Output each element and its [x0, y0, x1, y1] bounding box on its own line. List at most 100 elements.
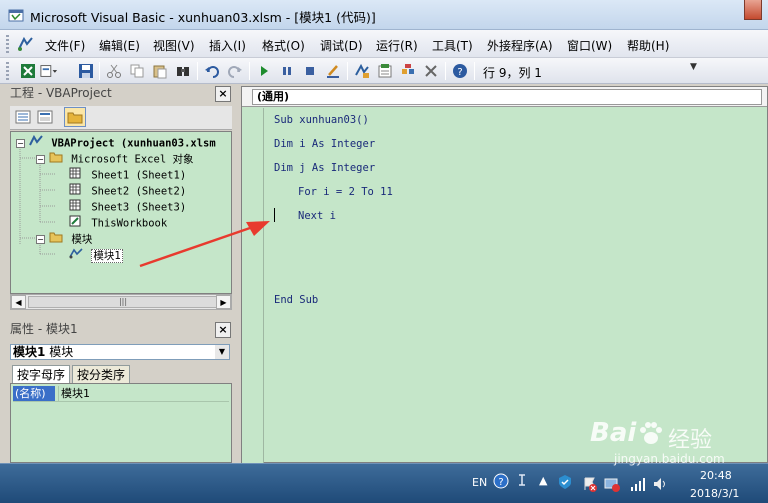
menu-insert[interactable]: 插入(I) [209, 37, 246, 54]
project-pane-title: 工程 - VBAProject [10, 86, 112, 100]
toggle-folders-icon[interactable] [64, 107, 86, 127]
menu-window[interactable]: 窗口(W) [567, 37, 612, 54]
toolbox-icon[interactable] [422, 62, 440, 80]
view-object-icon[interactable] [36, 108, 54, 126]
excel-icon[interactable] [19, 62, 37, 80]
insert-dropdown-icon[interactable] [40, 62, 58, 80]
properties-object-select[interactable]: 模块1 模块 ▼ [10, 344, 230, 360]
menu-file[interactable]: 文件(F) [45, 37, 85, 54]
tab-categorized[interactable]: 按分类序 [72, 365, 131, 384]
show-hidden-icons-icon[interactable]: ▲ [539, 474, 547, 487]
help-icon[interactable]: ? [451, 62, 469, 80]
standard-toolbar: ? [0, 58, 768, 84]
sheet-icon [69, 199, 85, 216]
project-explorer-icon[interactable] [353, 62, 371, 80]
tree-expander[interactable]: − [16, 139, 25, 148]
code-line[interactable]: Dim i As Integer [274, 138, 375, 150]
object-name: 模块1 [13, 345, 46, 359]
copy-icon[interactable] [128, 62, 146, 80]
code-line[interactable]: End Sub [274, 294, 318, 306]
toolbar-options-chevron-icon[interactable]: ▼ [690, 62, 702, 80]
tree-item-label: 模块 [71, 233, 93, 246]
tree-expander[interactable]: − [36, 155, 45, 164]
menubar-grip[interactable] [6, 35, 9, 53]
object-browser-icon[interactable] [399, 62, 417, 80]
menu-help[interactable]: 帮助(H) [627, 37, 669, 54]
tree-item-sheet3[interactable]: Sheet3 (Sheet3) [69, 199, 186, 215]
window-close-button[interactable] [744, 0, 762, 20]
text-caret [274, 208, 275, 222]
design-mode-icon[interactable] [324, 62, 342, 80]
view-code-icon[interactable] [14, 108, 32, 126]
code-line[interactable]: Next i [298, 210, 336, 222]
menu-addins[interactable]: 外接程序(A) [487, 37, 553, 54]
properties-grid: (名称) 模块1 [10, 383, 232, 463]
run-icon[interactable] [255, 62, 273, 80]
tree-item-thisworkbook[interactable]: ThisWorkbook [69, 215, 167, 231]
code-margin[interactable] [242, 108, 264, 463]
project-tree: − VBAProject (xunhuan03.xlsm − Microsoft… [10, 131, 232, 294]
cursor-position-readout: 行 9，列 1 [483, 66, 542, 80]
sheet-icon [69, 183, 85, 200]
scroll-right-icon[interactable]: ▶ [216, 295, 231, 309]
language-indicator[interactable]: EN [472, 476, 487, 489]
project-pane-close-button[interactable]: × [215, 86, 231, 102]
tab-alphabetic[interactable]: 按字母序 [12, 365, 71, 385]
chevron-down-icon[interactable]: ▼ [215, 345, 229, 359]
code-line[interactable]: For i = 2 To 11 [298, 186, 393, 198]
tree-item-sheet1[interactable]: Sheet1 (Sheet1) [69, 167, 186, 183]
undo-icon[interactable] [203, 62, 221, 80]
toolbar-separator [197, 62, 198, 80]
code-line[interactable]: Sub xunhuan03() [274, 114, 369, 126]
property-row[interactable]: (名称) 模块1 [13, 386, 229, 402]
tree-item-excel-objects[interactable]: Microsoft Excel 对象 [49, 151, 193, 167]
vba-module-icon[interactable] [15, 35, 37, 53]
cut-icon[interactable] [105, 62, 123, 80]
reset-icon[interactable] [301, 62, 319, 80]
tree-item-sheet2[interactable]: Sheet2 (Sheet2) [69, 183, 186, 199]
workbook-icon [69, 215, 85, 232]
menu-view[interactable]: 视图(V) [153, 37, 195, 54]
watermark-url: jingyan.baidu.com [614, 452, 725, 466]
tree-item-label: VBAProject (xunhuan03.xlsm [51, 137, 216, 150]
tree-expander[interactable]: − [36, 235, 45, 244]
tree-item-modules-folder[interactable]: 模块 [49, 231, 92, 247]
clock-date[interactable]: 2018/3/1 [690, 487, 739, 500]
properties-pane-close-button[interactable]: × [215, 322, 231, 338]
tree-item-label: 模块1 [91, 248, 123, 263]
properties-icon[interactable] [376, 62, 394, 80]
svg-text:?: ? [498, 477, 503, 488]
module-icon [69, 247, 85, 264]
tree-item-label: Sheet1 (Sheet1) [91, 169, 187, 182]
tree-item-vbaproject[interactable]: VBAProject (xunhuan03.xlsm [29, 134, 216, 151]
tree-item-label: Sheet3 (Sheet3) [91, 201, 187, 214]
toolbar-separator [474, 62, 475, 80]
toolbar-grip[interactable] [6, 62, 9, 80]
sheet-icon [69, 167, 85, 184]
menu-tools[interactable]: 工具(T) [432, 37, 473, 54]
scroll-left-icon[interactable]: ◀ [11, 295, 26, 309]
break-icon[interactable] [278, 62, 296, 80]
tree-item-module1[interactable]: 模块1 [69, 247, 123, 263]
save-icon[interactable] [77, 62, 95, 80]
vba-app-icon [8, 9, 24, 22]
redo-icon[interactable] [226, 62, 244, 80]
find-icon[interactable] [174, 62, 192, 80]
folder-open-icon [49, 151, 65, 168]
menu-run[interactable]: 运行(R) [376, 37, 418, 54]
help-tray-icon[interactable]: ? [493, 473, 509, 489]
security-shield-icon[interactable] [557, 474, 573, 490]
window-title: Microsoft Visual Basic - xunhuan03.xlsm … [30, 10, 376, 25]
tree-item-label: ThisWorkbook [91, 217, 168, 230]
scroll-thumb[interactable]: ||| [28, 296, 218, 308]
project-tree-hscrollbar[interactable]: ◀ ||| ▶ [10, 294, 232, 310]
object-combo[interactable]: (通用) [252, 89, 762, 105]
code-line[interactable]: Dim j As Integer [274, 162, 375, 174]
menu-debug[interactable]: 调试(D) [320, 37, 363, 54]
menu-format[interactable]: 格式(O) [262, 37, 305, 54]
paste-icon[interactable] [151, 62, 169, 80]
menu-edit[interactable]: 编辑(E) [99, 37, 140, 54]
folder-open-icon [49, 231, 65, 248]
property-value[interactable]: 模块1 [58, 386, 90, 401]
ime-settings-icon[interactable] [516, 472, 528, 488]
